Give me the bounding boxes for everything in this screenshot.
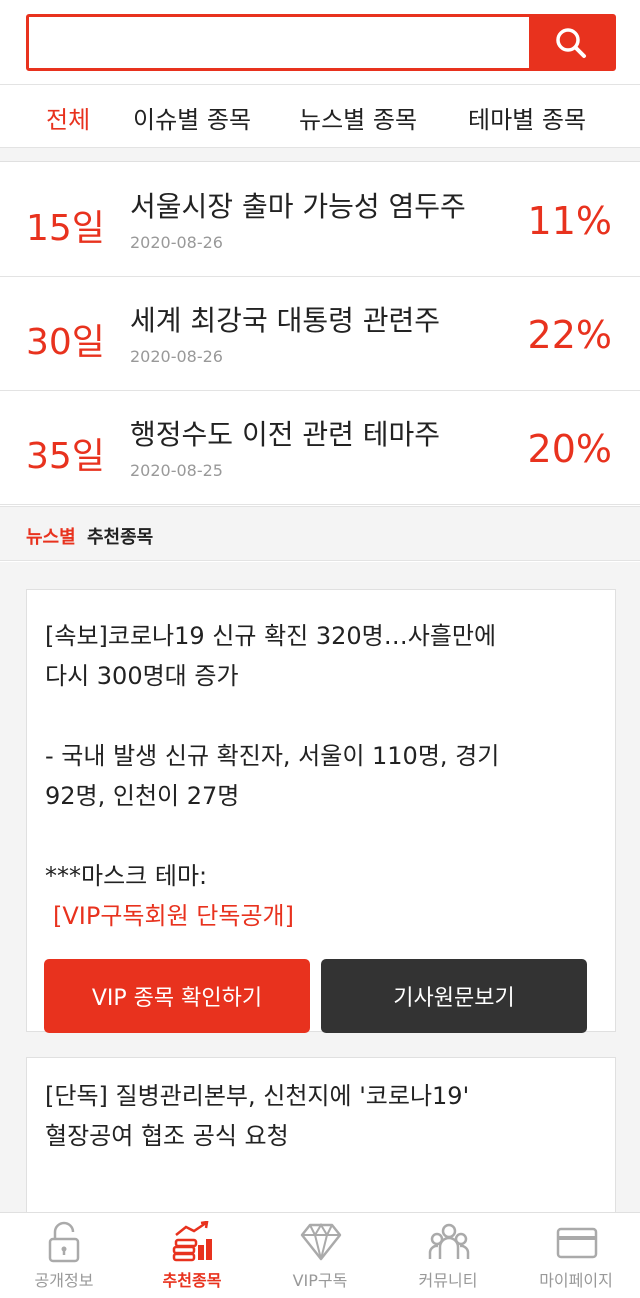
nav-community[interactable]: 커뮤니티 — [384, 1213, 512, 1298]
vip-stock-button[interactable]: VIP 종목 확인하기 — [44, 959, 310, 1033]
tab-theme-stocks[interactable]: 테마별 종목 — [468, 100, 586, 135]
nav-my-page[interactable]: 마이페이지 — [512, 1213, 640, 1298]
theme-date: 2020-08-25 — [130, 461, 223, 480]
news-card: [속보]코로나19 신규 확진 320명…사흘만에 다시 300명대 증가 - … — [26, 589, 616, 1033]
theme-title: 서울시장 출마 가능성 염두주 — [130, 190, 466, 223]
bottom-nav: 공개정보 추천종목 VIP구독 커뮤니티 마이페이지 — [0, 1212, 640, 1298]
diamond-icon — [300, 1223, 342, 1261]
card-icon — [556, 1227, 598, 1259]
view-article-button[interactable]: 기사원문보기 — [321, 959, 587, 1033]
theme-days: 35일 — [26, 436, 105, 477]
tab-all[interactable]: 전체 — [46, 100, 90, 135]
theme-item[interactable]: 30일 세계 최강국 대통령 관련주 2020-08-26 22% — [0, 277, 640, 391]
section-title: 추천종목 — [87, 527, 154, 548]
theme-item[interactable]: 35일 행정수도 이전 관련 테마주 2020-08-25 20% — [0, 391, 640, 505]
category-tabs: 전체 이슈별 종목 뉴스별 종목 테마별 종목 — [0, 86, 640, 148]
theme-title: 세계 최강국 대통령 관련주 — [130, 304, 441, 337]
nav-label: VIP구독 — [292, 1271, 348, 1290]
search-button[interactable] — [529, 17, 613, 68]
news-card: [단독] 질병관리본부, 신천지에 '코로나19' 혈장공여 협조 공식 요청 — [26, 1057, 616, 1212]
nav-label: 추천종목 — [162, 1271, 222, 1290]
news-body: [속보]코로나19 신규 확진 320명…사흘만에 다시 300명대 증가 - … — [45, 622, 500, 890]
section-header: 뉴스별 추천종목 — [0, 506, 640, 561]
section-title-highlight: 뉴스별 — [26, 527, 76, 548]
search-bar — [0, 0, 640, 85]
tab-news-stocks[interactable]: 뉴스별 종목 — [299, 100, 417, 135]
nav-recommended[interactable]: 추천종목 — [128, 1213, 256, 1298]
nav-vip-subscribe[interactable]: VIP구독 — [256, 1213, 384, 1298]
theme-date: 2020-08-26 — [130, 347, 223, 366]
theme-days: 15일 — [26, 208, 105, 249]
nav-label: 커뮤니티 — [418, 1271, 478, 1290]
nav-label: 마이페이지 — [539, 1271, 613, 1290]
search-box — [26, 14, 616, 71]
theme-return: 11% — [527, 199, 612, 243]
news-body: [단독] 질병관리본부, 신천지에 '코로나19' 혈장공여 협조 공식 요청 — [45, 1082, 470, 1150]
news-list: [속보]코로나19 신규 확진 320명…사흘만에 다시 300명대 증가 - … — [0, 562, 640, 1212]
theme-date: 2020-08-26 — [130, 233, 223, 252]
nav-label: 공개정보 — [34, 1271, 94, 1290]
theme-days: 30일 — [26, 322, 105, 363]
search-icon — [556, 27, 586, 58]
vip-notice: [VIP구독회원 단독공개] — [53, 902, 294, 930]
lock-icon — [48, 1221, 80, 1263]
community-icon — [428, 1223, 470, 1259]
theme-return: 22% — [527, 313, 612, 357]
divider — [0, 148, 640, 162]
nav-public-info[interactable]: 공개정보 — [0, 1213, 128, 1298]
theme-return: 20% — [527, 427, 612, 471]
theme-title: 행정수도 이전 관련 테마주 — [130, 418, 441, 451]
coins-chart-icon — [172, 1221, 212, 1262]
theme-item[interactable]: 15일 서울시장 출마 가능성 염두주 2020-08-26 11% — [0, 163, 640, 277]
tab-issue-stocks[interactable]: 이슈별 종목 — [133, 100, 251, 135]
search-input[interactable] — [29, 17, 529, 68]
news-actions: VIP 종목 확인하기 기사원문보기 — [44, 959, 587, 1033]
